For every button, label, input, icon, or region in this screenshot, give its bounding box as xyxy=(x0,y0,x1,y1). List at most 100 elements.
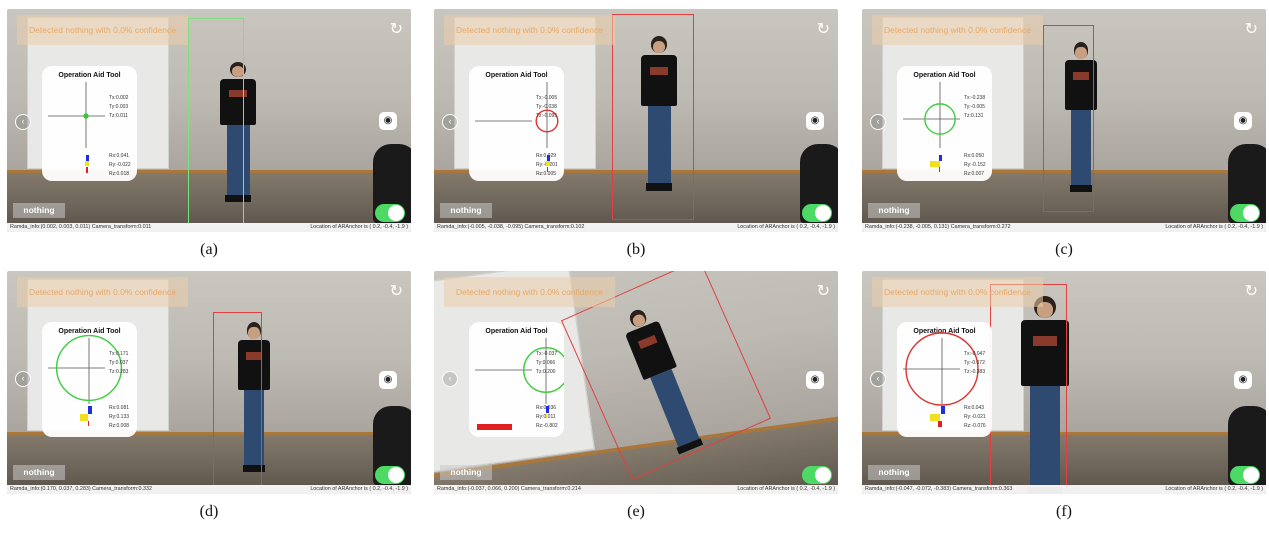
operation-aid-tool: Operation Aid Tool Tx:-0.005 Ty:-0.038 Tz:-… xyxy=(469,66,564,181)
status-ramda-info: Ramda_info:(-0.238, -0.005, 0.131) Camer… xyxy=(865,224,1011,230)
ar-screen-panel: Detected nothing with 0.0% confidence ↻ ‹ ◉… xyxy=(7,9,411,232)
refresh-icon[interactable]: ↻ xyxy=(1245,19,1258,39)
camera-capture-button[interactable]: ◉ xyxy=(1234,112,1252,130)
rotation-value: Rz:0.005 xyxy=(536,171,557,177)
detection-status-label: Detected nothing with 0.0% confidence xyxy=(444,277,615,307)
refresh-icon[interactable]: ↻ xyxy=(1245,281,1258,301)
ar-screen-panel: Detected nothing with 0.0% confidence ↻ ‹ ◉… xyxy=(434,9,838,232)
alignment-circle xyxy=(83,113,89,119)
detected-object-label: nothing xyxy=(13,203,65,218)
tracking-toggle-switch[interactable] xyxy=(1230,204,1260,222)
rz-bar xyxy=(939,167,940,172)
toggle-knob xyxy=(1243,467,1259,483)
toggle-knob xyxy=(388,467,404,483)
rx-bar xyxy=(546,406,549,413)
rx-bar xyxy=(941,406,945,414)
camera-capture-button[interactable]: ◉ xyxy=(806,371,824,389)
rotation-value: Rx:0.081 xyxy=(109,405,130,411)
camera-capture-button[interactable]: ◉ xyxy=(1234,371,1252,389)
toggle-knob xyxy=(388,205,404,221)
translation-value: Tz:-0.095 xyxy=(536,113,558,119)
tracking-toggle-switch[interactable] xyxy=(1230,466,1260,484)
rotation-value: Rx:0.043 xyxy=(964,405,985,411)
camera-icon: ◉ xyxy=(383,115,393,126)
detection-bounding-box xyxy=(1043,25,1094,212)
panel-caption: (c) xyxy=(1055,241,1073,258)
back-chevron-icon[interactable]: ‹ xyxy=(442,114,458,130)
tracking-toggle-switch[interactable] xyxy=(375,204,405,222)
rz-bar xyxy=(938,421,942,427)
detection-status-label: Detected nothing with 0.0% confidence xyxy=(872,277,1043,307)
refresh-icon[interactable]: ↻ xyxy=(817,281,830,301)
rotation-value: Rx:0.050 xyxy=(964,153,985,159)
rotation-value: Rx:0.029 xyxy=(536,153,557,159)
detection-bounding-box xyxy=(213,312,262,486)
rotation-value: Ry:-0.152 xyxy=(964,162,986,168)
operation-aid-tool: Operation Aid Tool Tx:-0.238 Ty:-0.005 Tz:0… xyxy=(897,66,992,181)
rz-bar xyxy=(547,167,548,172)
back-chevron-icon[interactable]: ‹ xyxy=(15,114,31,130)
rotation-value: Rz:-0.076 xyxy=(964,423,986,429)
tracking-toggle-switch[interactable] xyxy=(802,204,832,222)
rx-bar xyxy=(88,406,92,414)
status-bar: Ramda_info:(0.002, 0.003, 0.011) Camera_… xyxy=(7,223,411,232)
ar-screen-panel: Detected nothing with 0.0% confidence ↻ ‹ ◉… xyxy=(862,9,1266,232)
refresh-icon[interactable]: ↻ xyxy=(817,19,830,39)
status-aranchor-location: Location of ARAnchor is ( 0.2, -0.4, -1.… xyxy=(1165,486,1263,492)
translation-value: Tx:-0.047 xyxy=(964,351,986,357)
toggle-knob xyxy=(1243,205,1259,221)
status-ramda-info: Ramda_info:(-0.005, -0.038, -0.095) Came… xyxy=(437,224,585,230)
translation-value: Tx:-0.037 xyxy=(536,351,558,357)
ar-screen-panel: Detected nothing with 0.0% confidence ↻ ‹ ◉… xyxy=(7,271,411,494)
refresh-icon[interactable]: ↻ xyxy=(390,281,403,301)
back-chevron-icon[interactable]: ‹ xyxy=(870,371,886,387)
back-chevron-icon[interactable]: ‹ xyxy=(870,114,886,130)
translation-value: Tz:0.011 xyxy=(109,113,129,119)
rotation-value: Rz:0.018 xyxy=(109,171,130,177)
panel-caption: (b) xyxy=(626,241,646,258)
detection-bounding-box xyxy=(188,18,244,224)
tracking-toggle-switch[interactable] xyxy=(375,466,405,484)
status-ramda-info: Ramda_info:(0.170, 0.037, 0.283) Camera_… xyxy=(10,486,153,492)
camera-icon: ◉ xyxy=(1238,115,1248,126)
toggle-knob xyxy=(815,205,831,221)
panel-caption: (a) xyxy=(200,241,218,258)
translation-value: Tx:-0.238 xyxy=(964,95,986,101)
camera-icon: ◉ xyxy=(383,374,393,385)
detection-bounding-box xyxy=(990,284,1067,487)
refresh-icon[interactable]: ↻ xyxy=(390,19,403,39)
rotation-value: Rz:-0.802 xyxy=(536,423,558,429)
detection-status-label: Detected nothing with 0.0% confidence xyxy=(17,277,188,307)
rotation-value: Rx:0.041 xyxy=(109,153,130,159)
translation-value: Tz:-0.383 xyxy=(964,369,986,375)
translation-value: Tx:-0.005 xyxy=(536,95,558,101)
translation-value: Tz:0.131 xyxy=(964,113,984,119)
operation-aid-tool: Operation Aid Tool Tx:0.171 Ty:0.037 Tz:0.2… xyxy=(42,322,137,437)
status-ramda-info: Ramda_info:(-0.037, 0.066, 0.200) Camera… xyxy=(437,486,581,492)
camera-capture-button[interactable]: ◉ xyxy=(806,112,824,130)
translation-value: Ty:0.003 xyxy=(109,104,129,110)
status-aranchor-location: Location of ARAnchor is ( 0.2, -0.4, -1.… xyxy=(310,224,408,230)
rotation-value: Ry:-0.022 xyxy=(109,162,131,168)
camera-icon: ◉ xyxy=(1238,374,1248,385)
camera-capture-button[interactable]: ◉ xyxy=(379,371,397,389)
translation-value: Tz:0.200 xyxy=(536,369,556,375)
detection-status-label: Detected nothing with 0.0% confidence xyxy=(872,15,1043,45)
rz-bar xyxy=(86,167,88,173)
detected-object-label: nothing xyxy=(868,203,920,218)
back-chevron-icon[interactable]: ‹ xyxy=(442,371,458,387)
translation-value: Ty:-0.038 xyxy=(536,104,557,110)
status-aranchor-location: Location of ARAnchor is ( 0.2, -0.4, -1.… xyxy=(1165,224,1263,230)
tracking-toggle-switch[interactable] xyxy=(802,466,832,484)
panel-caption: (e) xyxy=(627,503,645,520)
detection-bounding-box xyxy=(612,14,694,220)
ar-screen-panel: Detected nothing with 0.0% confidence ↻ ‹ ◉… xyxy=(434,271,838,494)
status-ramda-info: Ramda_info:(0.002, 0.003, 0.011) Camera_… xyxy=(10,224,152,230)
toggle-knob xyxy=(815,467,831,483)
detection-status-label: Detected nothing with 0.0% confidence xyxy=(17,15,188,45)
status-ramda-info: Ramda_info:(-0.047, -0.072, -0.383) Came… xyxy=(865,486,1013,492)
detected-object-label: nothing xyxy=(13,465,65,480)
back-chevron-icon[interactable]: ‹ xyxy=(15,371,31,387)
ar-screen-panel: Detected nothing with 0.0% confidence ↻ ‹ ◉… xyxy=(862,271,1266,494)
camera-capture-button[interactable]: ◉ xyxy=(379,112,397,130)
